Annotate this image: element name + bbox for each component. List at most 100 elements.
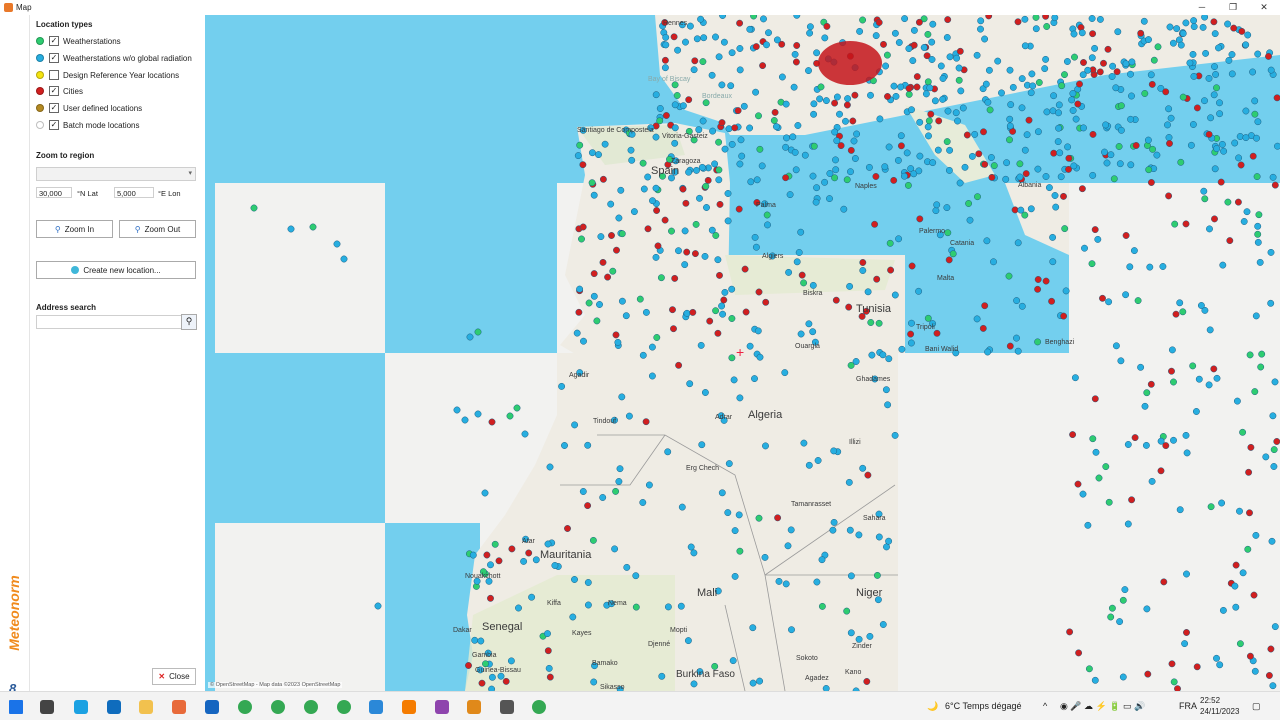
station-marker[interactable] bbox=[806, 29, 814, 37]
station-marker[interactable] bbox=[608, 232, 615, 239]
station-marker[interactable] bbox=[727, 82, 735, 90]
station-marker[interactable] bbox=[1080, 59, 1087, 66]
station-marker[interactable] bbox=[924, 314, 932, 322]
station-marker[interactable] bbox=[658, 672, 666, 680]
station-marker[interactable] bbox=[817, 83, 825, 91]
station-marker[interactable] bbox=[772, 123, 780, 131]
station-marker[interactable] bbox=[762, 298, 770, 306]
station-marker[interactable] bbox=[973, 51, 981, 59]
station-marker[interactable] bbox=[1051, 15, 1059, 22]
station-marker[interactable] bbox=[1236, 507, 1243, 515]
station-marker[interactable] bbox=[890, 82, 898, 90]
station-marker[interactable] bbox=[1231, 582, 1239, 590]
station-marker[interactable] bbox=[1117, 357, 1125, 365]
station-marker[interactable] bbox=[1225, 56, 1233, 64]
station-marker[interactable] bbox=[1072, 115, 1080, 123]
station-marker[interactable] bbox=[1117, 126, 1125, 134]
station-marker[interactable] bbox=[544, 630, 551, 638]
station-marker[interactable] bbox=[1049, 233, 1057, 241]
station-marker[interactable] bbox=[502, 677, 510, 685]
station-marker[interactable] bbox=[959, 104, 967, 112]
station-marker[interactable] bbox=[1197, 302, 1205, 309]
station-marker[interactable] bbox=[846, 282, 854, 290]
station-marker[interactable] bbox=[1224, 198, 1232, 206]
station-marker[interactable] bbox=[1084, 521, 1092, 529]
station-marker[interactable] bbox=[678, 503, 686, 511]
station-marker[interactable] bbox=[749, 679, 757, 687]
station-marker[interactable] bbox=[867, 91, 874, 99]
station-marker[interactable] bbox=[1190, 23, 1198, 31]
station-marker[interactable] bbox=[1251, 97, 1259, 105]
station-marker[interactable] bbox=[674, 46, 682, 54]
station-marker[interactable] bbox=[1262, 453, 1270, 461]
station-marker[interactable] bbox=[588, 179, 596, 187]
station-marker[interactable] bbox=[1258, 350, 1266, 358]
station-marker[interactable] bbox=[1182, 431, 1190, 439]
station-marker[interactable] bbox=[813, 184, 821, 192]
station-marker[interactable] bbox=[1091, 395, 1099, 403]
station-marker[interactable] bbox=[709, 127, 717, 135]
station-marker[interactable] bbox=[924, 78, 932, 86]
station-marker[interactable] bbox=[849, 117, 857, 125]
station-marker[interactable] bbox=[576, 141, 584, 149]
station-marker[interactable] bbox=[1069, 90, 1077, 97]
station-marker[interactable] bbox=[1267, 66, 1275, 74]
station-marker[interactable] bbox=[753, 176, 761, 184]
station-marker[interactable] bbox=[689, 308, 697, 316]
station-marker[interactable] bbox=[1043, 23, 1051, 30]
station-marker[interactable] bbox=[601, 140, 609, 148]
station-marker[interactable] bbox=[876, 115, 884, 123]
station-marker[interactable] bbox=[1202, 49, 1210, 57]
station-marker[interactable] bbox=[1025, 116, 1033, 124]
station-marker[interactable] bbox=[843, 101, 851, 109]
station-marker[interactable] bbox=[721, 145, 729, 153]
station-marker[interactable] bbox=[691, 57, 699, 65]
station-marker[interactable] bbox=[737, 136, 745, 144]
station-marker[interactable] bbox=[846, 526, 854, 534]
station-marker[interactable] bbox=[596, 301, 603, 308]
station-marker[interactable] bbox=[809, 172, 817, 180]
station-marker[interactable] bbox=[1131, 434, 1139, 442]
station-marker[interactable] bbox=[698, 163, 706, 171]
station-marker[interactable] bbox=[250, 204, 258, 212]
station-marker[interactable] bbox=[1249, 152, 1257, 160]
station-marker[interactable] bbox=[532, 556, 540, 564]
station-marker[interactable] bbox=[1105, 298, 1113, 306]
station-marker[interactable] bbox=[843, 176, 851, 184]
station-marker[interactable] bbox=[1016, 160, 1024, 168]
station-marker[interactable] bbox=[618, 230, 626, 238]
station-marker[interactable] bbox=[1181, 640, 1189, 648]
app-icon[interactable] bbox=[172, 700, 186, 714]
station-marker[interactable] bbox=[487, 594, 494, 602]
station-marker[interactable] bbox=[847, 629, 855, 637]
chrome-icon[interactable] bbox=[271, 700, 285, 714]
station-marker[interactable] bbox=[681, 227, 689, 235]
station-marker[interactable] bbox=[882, 62, 890, 70]
station-marker[interactable] bbox=[1265, 672, 1273, 679]
station-marker[interactable] bbox=[881, 163, 889, 171]
station-marker[interactable] bbox=[725, 125, 733, 133]
station-marker[interactable] bbox=[920, 44, 928, 51]
station-marker[interactable] bbox=[1112, 84, 1120, 92]
station-marker[interactable] bbox=[910, 170, 918, 178]
station-marker[interactable] bbox=[599, 494, 607, 501]
station-marker[interactable] bbox=[374, 602, 382, 610]
station-marker[interactable] bbox=[830, 518, 838, 526]
station-marker[interactable] bbox=[1061, 225, 1069, 233]
station-marker[interactable] bbox=[1127, 70, 1134, 78]
station-marker[interactable] bbox=[712, 232, 720, 239]
station-marker[interactable] bbox=[925, 117, 933, 125]
station-marker[interactable] bbox=[782, 100, 790, 108]
station-marker[interactable] bbox=[1148, 477, 1156, 485]
station-marker[interactable] bbox=[706, 317, 714, 325]
station-marker[interactable] bbox=[1270, 463, 1278, 470]
station-marker[interactable] bbox=[478, 679, 486, 687]
station-marker[interactable] bbox=[1032, 15, 1040, 21]
station-marker[interactable] bbox=[1246, 351, 1254, 359]
checkbox[interactable]: ✓ bbox=[49, 120, 59, 130]
station-marker[interactable] bbox=[1128, 496, 1136, 504]
station-marker[interactable] bbox=[1219, 606, 1227, 614]
station-marker[interactable] bbox=[1095, 474, 1103, 482]
station-marker[interactable] bbox=[1269, 412, 1277, 420]
station-marker[interactable] bbox=[955, 76, 963, 84]
